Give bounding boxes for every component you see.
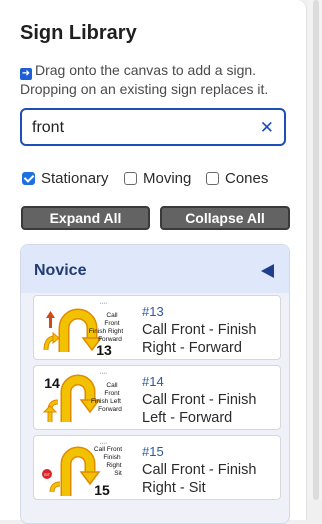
thumb-line: Finish — [103, 454, 121, 461]
panel-title: Sign Library — [20, 22, 137, 44]
sign-name: Call Front - Finish Right - Sit — [142, 462, 257, 496]
search-box[interactable]: ✕ — [20, 108, 286, 146]
scrollbar[interactable] — [313, 0, 319, 500]
hint-text: Drag onto the canvas to add a sign. Drop… — [20, 62, 269, 97]
clear-search-icon[interactable]: ✕ — [260, 118, 274, 138]
sign-library-panel: Sign Library ➜ Drag onto the canvas to ad… — [0, 0, 307, 524]
group-novice: Novice • • • • Call Front Finish Right F… — [20, 244, 290, 524]
sign-card[interactable]: • • • • Call Front Finish Right Forward … — [33, 295, 281, 360]
thumb-line: Front — [104, 390, 119, 397]
sign-card[interactable]: 14 • • • • Call Front Finish Left Forwar… — [33, 365, 281, 430]
triangle-left-icon[interactable] — [261, 264, 274, 278]
thumb-line: Call — [106, 382, 118, 389]
svg-text:SIT: SIT — [44, 472, 51, 477]
thumb-line: Call — [106, 312, 118, 319]
thumb-line: Right — [106, 462, 121, 469]
filter-label: Stationary — [41, 170, 109, 187]
expand-all-button[interactable]: Expand All — [21, 206, 150, 230]
sign-name: Call Front - Finish Left - Forward — [142, 392, 257, 426]
stationary-checkbox[interactable] — [22, 172, 35, 185]
collapse-all-button[interactable]: Collapse All — [160, 206, 290, 230]
group-title: Novice — [34, 262, 87, 279]
thumb-line: Sit — [114, 470, 122, 477]
sign-thumbnail: • • • • Call Front Finish Right Forward … — [43, 301, 124, 356]
search-input[interactable] — [32, 118, 252, 138]
thumb-line: Call Front — [94, 446, 122, 453]
group-header[interactable]: Novice — [21, 245, 289, 293]
arrow-right-icon: ➜ — [20, 68, 32, 80]
sign-thumbnail: SIT • • • • Call Front Finish Right Sit … — [42, 441, 122, 496]
thumb-line: Finish Right — [89, 328, 124, 335]
sign-number: #14 — [142, 374, 164, 389]
thumb-number: 14 — [44, 375, 60, 391]
svg-text:• • • •: • • • • — [100, 371, 107, 375]
filter-label: Cones — [225, 170, 269, 187]
filter-label: Moving — [143, 170, 192, 187]
thumb-line: Front — [104, 320, 119, 327]
sign-card[interactable]: SIT • • • • Call Front Finish Right Sit … — [33, 435, 281, 500]
sign-number: #13 — [142, 304, 164, 319]
thumb-number: 13 — [96, 342, 112, 356]
sign-thumbnail: 14 • • • • Call Front Finish Left Forwar… — [42, 371, 122, 422]
thumb-line: Forward — [98, 406, 122, 413]
thumb-line: Finish Left — [91, 398, 121, 405]
svg-text:• • • •: • • • • — [100, 441, 107, 445]
sign-name: Call Front - Finish Right - Forward — [142, 322, 257, 356]
cones-checkbox[interactable] — [206, 172, 219, 185]
svg-text:• • • •: • • • • — [100, 301, 107, 305]
thumb-number: 15 — [94, 482, 110, 496]
sign-number: #15 — [142, 444, 164, 459]
panel-hint: ➜ Drag onto the canvas to add a sign. Dro… — [20, 61, 300, 98]
moving-checkbox[interactable] — [124, 172, 137, 185]
